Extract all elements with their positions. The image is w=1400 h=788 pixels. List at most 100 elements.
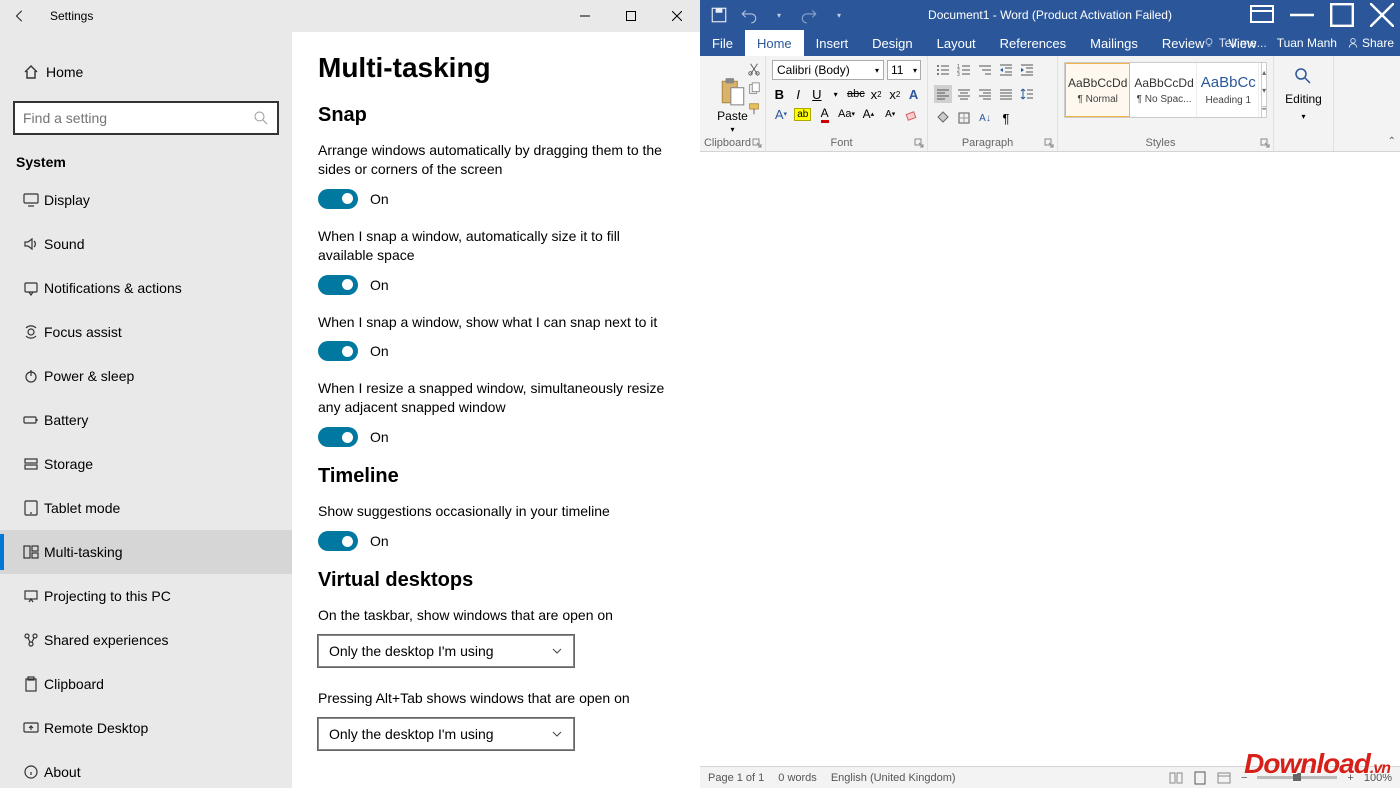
sidebar-item-remote[interactable]: Remote Desktop bbox=[0, 706, 292, 750]
bold-button[interactable]: B bbox=[772, 85, 787, 103]
dialog-launcher-icon[interactable] bbox=[752, 138, 762, 148]
strikethrough-button[interactable]: abc bbox=[847, 85, 865, 103]
sidebar-item-clipboard[interactable]: Clipboard bbox=[0, 662, 292, 706]
status-page[interactable]: Page 1 of 1 bbox=[708, 772, 764, 784]
status-language[interactable]: English (United Kingdom) bbox=[831, 772, 956, 784]
save-button[interactable] bbox=[710, 6, 728, 24]
minimize-button[interactable] bbox=[562, 0, 608, 32]
copy-icon[interactable] bbox=[747, 82, 761, 96]
dialog-launcher-icon[interactable] bbox=[1044, 138, 1054, 148]
word-maximize-button[interactable] bbox=[1330, 5, 1354, 25]
highlight-button[interactable]: ab bbox=[794, 105, 812, 123]
vd1-dropdown[interactable]: Only the desktop I'm using bbox=[318, 635, 574, 667]
clear-format-button[interactable] bbox=[903, 105, 921, 123]
vd2-dropdown[interactable]: Only the desktop I'm using bbox=[318, 718, 574, 750]
italic-button[interactable]: I bbox=[791, 85, 806, 103]
search-box[interactable] bbox=[14, 102, 278, 134]
share-button[interactable]: Share bbox=[1347, 36, 1394, 50]
read-mode-icon[interactable] bbox=[1169, 771, 1183, 785]
style-scroll[interactable]: ▴▾≡ bbox=[1261, 63, 1267, 117]
change-case-button[interactable]: Aa▾ bbox=[838, 105, 856, 123]
style-gallery[interactable]: AaBbCcDd ¶ Normal AaBbCcDd ¶ No Spac... … bbox=[1064, 62, 1267, 118]
word-minimize-button[interactable] bbox=[1290, 5, 1314, 25]
collapse-ribbon-button[interactable]: ⌃ bbox=[1388, 136, 1396, 147]
sidebar-item-notifications[interactable]: Notifications & actions bbox=[0, 266, 292, 310]
tab-insert[interactable]: Insert bbox=[804, 30, 861, 56]
sidebar-item-focus[interactable]: Focus assist bbox=[0, 310, 292, 354]
subscript-button[interactable]: x2 bbox=[869, 85, 884, 103]
borders-button[interactable] bbox=[955, 109, 973, 127]
find-button[interactable]: Editing ▾ bbox=[1285, 66, 1322, 121]
sidebar-item-projecting[interactable]: Projecting to this PC bbox=[0, 574, 292, 618]
align-left-button[interactable] bbox=[934, 85, 952, 103]
close-button[interactable] bbox=[654, 0, 700, 32]
tell-me-button[interactable]: Tell me... bbox=[1203, 36, 1267, 50]
undo-button[interactable] bbox=[740, 6, 758, 24]
tab-layout[interactable]: Layout bbox=[925, 30, 988, 56]
sidebar-item-power[interactable]: Power & sleep bbox=[0, 354, 292, 398]
tab-file[interactable]: File bbox=[700, 30, 745, 56]
dialog-launcher-icon[interactable] bbox=[914, 138, 924, 148]
decrease-indent-button[interactable] bbox=[997, 61, 1015, 79]
word-close-button[interactable] bbox=[1370, 5, 1394, 25]
snap3-toggle[interactable] bbox=[318, 341, 358, 361]
justify-button[interactable] bbox=[997, 85, 1015, 103]
sidebar-item-tablet[interactable]: Tablet mode bbox=[0, 486, 292, 530]
home-button[interactable]: Home bbox=[0, 52, 292, 92]
multilevel-button[interactable] bbox=[976, 61, 994, 79]
style-normal[interactable]: AaBbCcDd ¶ Normal bbox=[1065, 63, 1130, 117]
sidebar-item-shared[interactable]: Shared experiences bbox=[0, 618, 292, 662]
sort-button[interactable]: A↓ bbox=[976, 109, 994, 127]
underline-button[interactable]: U bbox=[810, 85, 825, 103]
line-spacing-button[interactable] bbox=[1018, 85, 1036, 103]
format-painter-icon[interactable] bbox=[747, 102, 761, 116]
snap1-toggle[interactable] bbox=[318, 189, 358, 209]
bullets-button[interactable] bbox=[934, 61, 952, 79]
font-color-button[interactable]: A▾ bbox=[772, 105, 790, 123]
font-color2-button[interactable]: A bbox=[816, 105, 834, 123]
print-layout-icon[interactable] bbox=[1193, 771, 1207, 785]
show-marks-button[interactable]: ¶ bbox=[997, 109, 1015, 127]
maximize-button[interactable] bbox=[608, 0, 654, 32]
shading-button[interactable] bbox=[934, 109, 952, 127]
sidebar-item-about[interactable]: About bbox=[0, 750, 292, 788]
font-size-dropdown[interactable]: 11▾ bbox=[887, 60, 921, 80]
increase-indent-button[interactable] bbox=[1018, 61, 1036, 79]
sidebar-item-battery[interactable]: Battery bbox=[0, 398, 292, 442]
sidebar-item-multitasking[interactable]: Multi-tasking bbox=[0, 530, 292, 574]
settings-content[interactable]: Multi-tasking Snap Arrange windows autom… bbox=[292, 32, 700, 788]
cut-icon[interactable] bbox=[747, 62, 761, 76]
dialog-launcher-icon[interactable] bbox=[1260, 138, 1270, 148]
font-name-dropdown[interactable]: Calibri (Body)▾ bbox=[772, 60, 884, 80]
tab-home[interactable]: Home bbox=[745, 30, 804, 56]
tab-mailings[interactable]: Mailings bbox=[1078, 30, 1150, 56]
snap2-toggle[interactable] bbox=[318, 275, 358, 295]
sidebar-item-sound[interactable]: Sound bbox=[0, 222, 292, 266]
search-input[interactable] bbox=[23, 110, 253, 126]
ribbon-display-button[interactable] bbox=[1250, 5, 1274, 25]
user-name[interactable]: Tuan Manh bbox=[1277, 36, 1337, 50]
web-layout-icon[interactable] bbox=[1217, 771, 1231, 785]
redo-button[interactable] bbox=[800, 6, 818, 24]
text-effects-button[interactable]: A bbox=[906, 85, 921, 103]
numbering-button[interactable]: 123 bbox=[955, 61, 973, 79]
style-nospacing[interactable]: AaBbCcDd ¶ No Spac... bbox=[1132, 63, 1196, 117]
style-heading1[interactable]: AaBbCc Heading 1 bbox=[1199, 63, 1259, 117]
superscript-button[interactable]: x2 bbox=[888, 85, 903, 103]
snap4-toggle[interactable] bbox=[318, 427, 358, 447]
document-area[interactable] bbox=[700, 152, 1400, 766]
status-words[interactable]: 0 words bbox=[778, 772, 817, 784]
paste-button[interactable]: Paste ▾ bbox=[717, 77, 748, 134]
shrink-font-button[interactable]: A▾ bbox=[881, 105, 899, 123]
align-center-button[interactable] bbox=[955, 85, 973, 103]
undo-more-button[interactable]: ▾ bbox=[770, 6, 788, 24]
tab-design[interactable]: Design bbox=[860, 30, 924, 56]
align-right-button[interactable] bbox=[976, 85, 994, 103]
qat-customize-button[interactable]: ▾ bbox=[830, 6, 848, 24]
grow-font-button[interactable]: A▴ bbox=[859, 105, 877, 123]
back-button[interactable] bbox=[0, 0, 40, 32]
timeline-toggle[interactable] bbox=[318, 531, 358, 551]
sidebar-item-display[interactable]: Display bbox=[0, 178, 292, 222]
tab-references[interactable]: References bbox=[988, 30, 1078, 56]
underline-more-button[interactable]: ▾ bbox=[828, 85, 843, 103]
